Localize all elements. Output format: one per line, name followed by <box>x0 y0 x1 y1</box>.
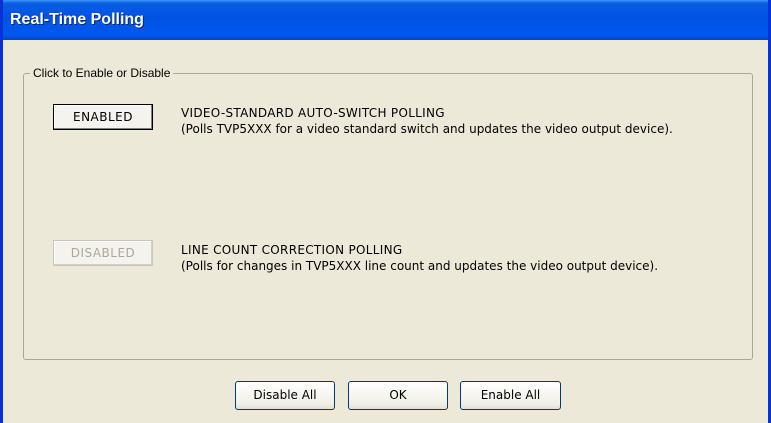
video-standard-polling-title: VIDEO-STANDARD AUTO-SWITCH POLLING <box>181 106 445 120</box>
line-count-polling-description: (Polls for changes in TVP5XXX line count… <box>181 259 659 273</box>
real-time-polling-dialog: Real-Time Polling Click to Enable or Dis… <box>0 0 771 423</box>
enable-all-button[interactable]: Enable All <box>460 381 561 410</box>
line-count-polling-title: LINE COUNT CORRECTION POLLING <box>181 243 403 257</box>
video-standard-polling-description: (Polls TVP5XXX for a video standard swit… <box>181 122 673 136</box>
ok-button[interactable]: OK <box>348 381 448 410</box>
line-count-polling-info: LINE COUNT CORRECTION POLLING (Polls for… <box>181 242 658 274</box>
video-standard-polling-toggle-button[interactable]: ENABLED <box>53 104 153 130</box>
groupbox-legend: Click to Enable or Disable <box>30 65 174 81</box>
enable-disable-groupbox: Click to Enable or Disable ENABLED VIDEO… <box>23 65 753 360</box>
window-title: Real-Time Polling <box>3 0 768 40</box>
disable-all-button[interactable]: Disable All <box>235 381 335 410</box>
line-count-polling-toggle-button[interactable]: DISABLED <box>53 240 153 266</box>
video-standard-polling-info: VIDEO-STANDARD AUTO-SWITCH POLLING (Poll… <box>181 105 673 137</box>
